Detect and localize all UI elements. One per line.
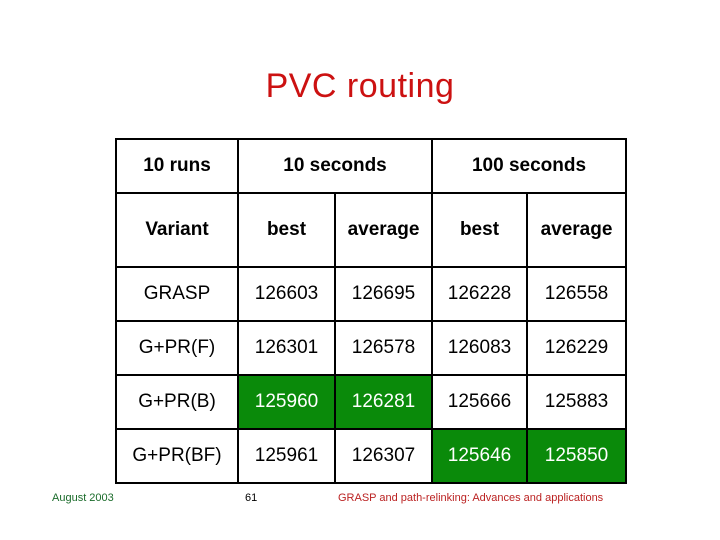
- cell-best-10s: 125961: [237, 428, 336, 484]
- row-label: G+PR(B): [115, 374, 239, 430]
- table-row: G+PR(F) 126301 126578 126083 126229: [115, 320, 628, 376]
- cell-best-10s: 126603: [237, 266, 336, 322]
- column-header-average-100s: average: [525, 192, 628, 268]
- slide-footer: August 2003 61 GRASP and path-relinking:…: [0, 492, 720, 512]
- cell-average-10s: 126695: [334, 266, 433, 322]
- table-group-header-row: 10 runs 10 seconds 100 seconds: [115, 138, 628, 194]
- table-sub-header-row: Variant best average best average: [115, 192, 628, 268]
- cell-best-100s: 126083: [431, 320, 528, 376]
- cell-best-100s-highlighted: 125646: [431, 428, 528, 484]
- footer-page-number: 61: [245, 492, 258, 504]
- cell-best-10s: 126301: [237, 320, 336, 376]
- cell-best-100s: 125666: [431, 374, 528, 430]
- results-table-container: 10 runs 10 seconds 100 seconds Variant b…: [115, 138, 628, 484]
- column-header-variant: Variant: [115, 192, 239, 268]
- footer-reference: GRASP and path-relinking: Advances and a…: [338, 492, 604, 504]
- row-label: GRASP: [115, 266, 239, 322]
- column-header-average-10s: average: [334, 192, 433, 268]
- column-header-best-100s: best: [431, 192, 528, 268]
- footer-date: August 2003: [52, 492, 114, 504]
- cell-average-10s: 126578: [334, 320, 433, 376]
- cell-average-100s: 126558: [525, 266, 628, 322]
- cell-average-10s: 126307: [334, 428, 433, 484]
- page-title: PVC routing: [265, 67, 455, 105]
- cell-average-100s-highlighted: 125850: [525, 428, 628, 484]
- row-label: G+PR(BF): [115, 428, 239, 484]
- row-label: G+PR(F): [115, 320, 239, 376]
- cell-average-100s: 126229: [525, 320, 628, 376]
- results-table: 10 runs 10 seconds 100 seconds Variant b…: [115, 138, 628, 484]
- column-header-best-10s: best: [237, 192, 336, 268]
- table-row: G+PR(B) 125960 126281 125666 125883: [115, 374, 628, 430]
- table-row: G+PR(BF) 125961 126307 125646 125850: [115, 428, 628, 484]
- table-corner-label: 10 runs: [115, 138, 239, 194]
- cell-average-10s-highlighted: 126281: [334, 374, 433, 430]
- table-row: GRASP 126603 126695 126228 126558: [115, 266, 628, 322]
- cell-average-100s: 125883: [525, 374, 628, 430]
- group-header-100-seconds: 100 seconds: [430, 138, 628, 194]
- group-header-10-seconds: 10 seconds: [237, 138, 433, 194]
- cell-best-100s: 126228: [431, 266, 528, 322]
- cell-best-10s-highlighted: 125960: [237, 374, 336, 430]
